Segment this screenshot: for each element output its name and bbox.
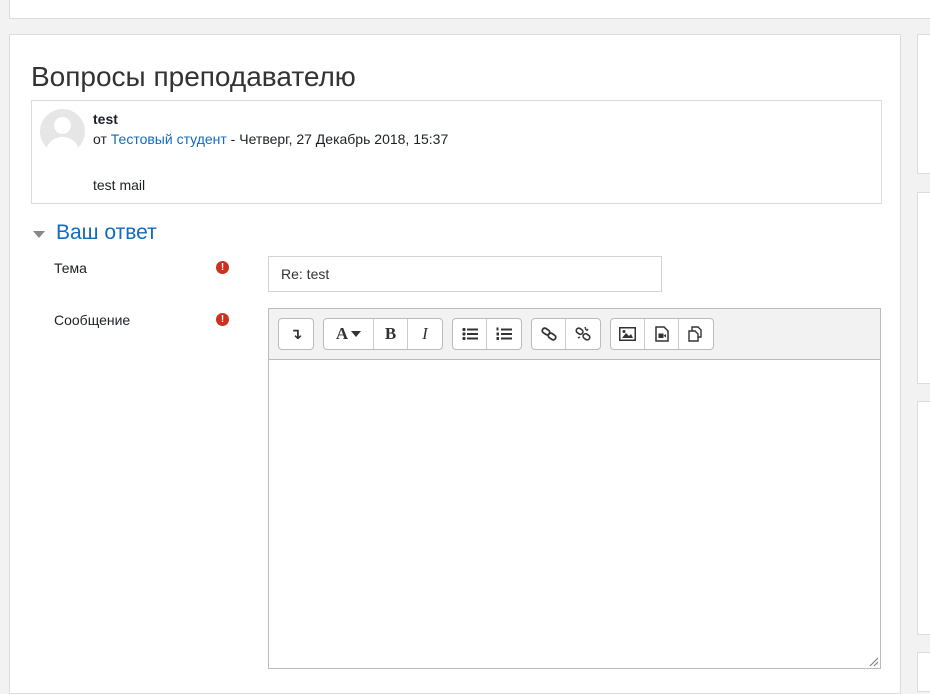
link-button[interactable] — [532, 319, 566, 349]
italic-button[interactable]: I — [408, 319, 442, 349]
side-block — [917, 34, 930, 174]
italic-icon: I — [422, 324, 428, 343]
message-label: Сообщение — [54, 312, 131, 328]
font-style-button[interactable]: A — [324, 319, 374, 349]
page-title: Вопросы преподавателю — [31, 61, 356, 92]
top-card — [9, 0, 930, 19]
manage-files-icon — [688, 326, 702, 342]
ordered-list-icon — [496, 327, 512, 340]
caret-down-icon — [33, 230, 45, 238]
reply-section-toggle[interactable]: Ваш ответ — [31, 219, 157, 247]
forum-post: test от Тестовый студент - Четверг, 27 Д… — [31, 100, 882, 204]
font-style-icon: A — [335, 324, 349, 343]
avatar[interactable] — [40, 109, 85, 154]
collapse-icon: ↴ — [289, 325, 303, 343]
ordered-list-button[interactable] — [487, 319, 521, 349]
unordered-list-button[interactable] — [453, 319, 487, 349]
side-block — [917, 652, 930, 692]
subject-input[interactable] — [268, 256, 662, 292]
bold-button[interactable]: B — [374, 319, 408, 349]
image-button[interactable] — [611, 319, 645, 349]
post-body: test mail — [93, 177, 146, 193]
side-block — [917, 192, 930, 384]
unlink-button[interactable] — [566, 319, 600, 349]
media-icon — [654, 326, 669, 342]
post-meta: от Тестовый студент - Четверг, 27 Декабр… — [93, 131, 448, 147]
required-icon: ! — [216, 261, 229, 274]
unordered-list-icon — [461, 327, 478, 341]
post-subject: test — [93, 111, 118, 127]
subject-label: Тема — [54, 260, 87, 276]
side-block — [917, 401, 930, 635]
by-prefix: от — [93, 131, 107, 147]
unlink-icon — [575, 326, 591, 341]
message-textarea[interactable] — [269, 359, 880, 668]
resize-grip-icon[interactable] — [869, 657, 878, 666]
collapse-button[interactable]: ↴ — [279, 319, 313, 349]
toolbar-group — [531, 318, 601, 350]
chevron-down-icon — [351, 331, 362, 337]
toolbar-group — [610, 318, 714, 350]
author-link[interactable]: Тестовый студент — [111, 131, 227, 147]
message-editor: ↴ A B I — [268, 308, 881, 669]
bold-icon: B — [384, 324, 397, 343]
media-button[interactable] — [645, 319, 679, 349]
image-icon — [619, 327, 636, 341]
section-title: Ваш ответ — [56, 221, 157, 244]
date-separator: - — [226, 131, 240, 147]
toolbar-group: A B I — [323, 318, 443, 350]
required-icon: ! — [216, 313, 229, 326]
post-date: Четверг, 27 Декабрь 2018, 15:37 — [239, 131, 449, 147]
editor-toolbar: ↴ A B I — [278, 318, 714, 350]
toolbar-group: ↴ — [278, 318, 314, 350]
link-icon — [540, 327, 557, 341]
toolbar-group — [452, 318, 522, 350]
forum-card: Вопросы преподавателю test от Тестовый с… — [9, 34, 901, 694]
manage-files-button[interactable] — [679, 319, 713, 349]
